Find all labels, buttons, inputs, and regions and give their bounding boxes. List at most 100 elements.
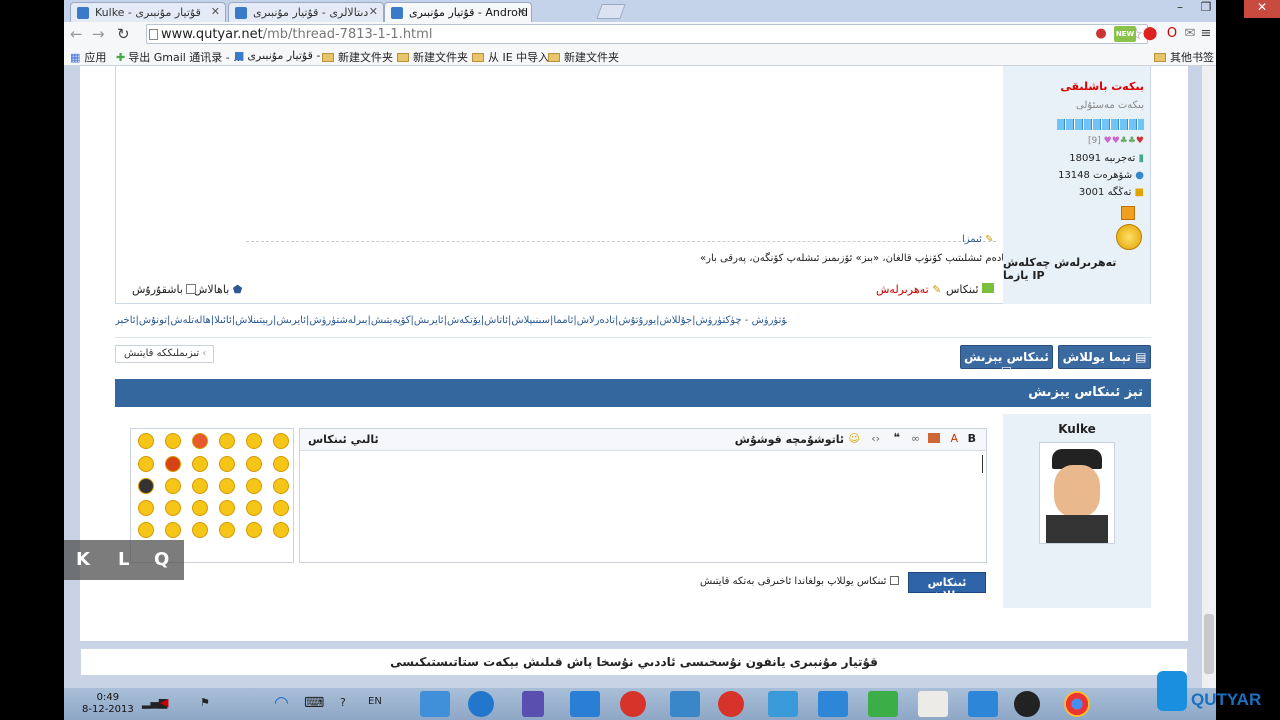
quote-icon[interactable]: ❝	[894, 431, 900, 444]
smiley-icon[interactable]	[246, 500, 262, 516]
code-icon[interactable]: ‹›	[871, 432, 880, 445]
reply-link[interactable]: ئىنكاس	[946, 283, 995, 296]
taskbar-app-icon[interactable]	[918, 691, 948, 717]
smiley-icon[interactable]	[246, 478, 262, 494]
smiley-icon[interactable]	[138, 500, 154, 516]
smiley-icon[interactable]	[273, 456, 289, 472]
username[interactable]: بىكەت باشلىقى	[1060, 80, 1144, 93]
taskbar-app-icon[interactable]	[670, 691, 700, 717]
smiley-icon[interactable]	[192, 522, 208, 538]
menu-icon[interactable]: ≡	[1198, 26, 1214, 42]
edit-post-link[interactable]: تەھرىرلەش ✎	[876, 283, 941, 296]
smiley-icon[interactable]	[273, 500, 289, 516]
minimize-button[interactable]: –	[1168, 0, 1192, 18]
reload-icon[interactable]: ↻	[117, 25, 130, 43]
page-scrollbar[interactable]	[1202, 66, 1216, 688]
manage-checkbox-row[interactable]: باشقۇرۇش	[132, 283, 197, 296]
smiley-icon[interactable]	[192, 500, 208, 516]
tray-clock[interactable]: 0:49 8-12-2013	[82, 692, 134, 716]
thread-admin-links[interactable]: تېما ئۆچۈرۈش|كۆتۈرۈش - چۈكتۈرۈش|جۇللاش|ي…	[115, 315, 787, 329]
taskbar-app-icon[interactable]	[522, 691, 544, 717]
smiley-icon[interactable]	[273, 433, 289, 449]
smiley-icon[interactable]	[138, 456, 154, 472]
smiley-icon[interactable]	[219, 478, 235, 494]
smiley-icon[interactable]	[165, 456, 181, 472]
taskbar-app-icon[interactable]	[718, 691, 744, 717]
advanced-reply-link[interactable]: ئالىي ئىنكاس	[308, 433, 379, 446]
tab-details[interactable]: دىتالالرى - قۇتيار مۇنبىرى ✕	[228, 2, 384, 22]
user-actions[interactable]: تەھرىرلەش چەكلەش يازما IP	[1003, 256, 1144, 282]
reply-textarea[interactable]	[302, 453, 984, 561]
help-icon[interactable]: ?	[340, 696, 346, 709]
back-to-list-button[interactable]: تىزىملىككە قايتىش ‹	[115, 345, 214, 363]
flag-icon[interactable]: ⚑	[200, 696, 210, 709]
attachment-link[interactable]: ئاتوشۇمچە قوشۇش	[735, 433, 844, 446]
smiley-icon[interactable]	[219, 433, 235, 449]
font-color-icon[interactable]: A	[950, 432, 958, 445]
back-icon[interactable]: ←	[70, 25, 83, 43]
smiley-icon[interactable]	[192, 433, 208, 449]
bookmark-folder-ie[interactable]: 从 IE 中导入	[472, 49, 549, 65]
submit-reply-button[interactable]: ئىنكاس يوللاش	[908, 572, 986, 602]
new-tab-button[interactable]	[596, 4, 626, 19]
smiley-icon[interactable]	[192, 456, 208, 472]
location-pin-icon[interactable]: ●	[1093, 26, 1109, 42]
language-indicator[interactable]: EN	[368, 696, 382, 707]
bookmark-qutyar[interactable]: ■قۇتيار مۇنبىرى - ...	[234, 49, 334, 62]
window-close-button[interactable]: ✕	[1244, 0, 1280, 18]
chrome-taskbar-icon[interactable]	[1064, 691, 1090, 717]
smiley-icon[interactable]	[273, 522, 289, 538]
keyboard-icon[interactable]: ⌨	[304, 695, 324, 711]
link-icon[interactable]: ∞	[911, 432, 920, 445]
avatar[interactable]	[1039, 442, 1115, 544]
smiley-icon[interactable]: ☺	[849, 432, 860, 445]
address-bar[interactable]: www.qutyar.net/mb/thread-7813-1-1.html ☆	[146, 24, 1148, 44]
smiley-icon[interactable]	[138, 433, 154, 449]
smiley-icon[interactable]	[219, 522, 235, 538]
image-icon[interactable]	[928, 433, 940, 443]
bookmark-apps[interactable]: ▦ 应用	[70, 49, 106, 65]
smiley-icon[interactable]	[273, 478, 289, 494]
volume-icon[interactable]: ◀	[160, 696, 168, 709]
taskbar-app-icon[interactable]	[420, 691, 450, 717]
adblock-icon[interactable]: ⬤	[1142, 26, 1158, 42]
close-icon[interactable]: ✕	[369, 5, 378, 18]
goto-last-page-checkbox[interactable]	[889, 576, 899, 585]
smiley-icon[interactable]	[165, 433, 181, 449]
smiley-icon[interactable]	[219, 456, 235, 472]
new-topic-button[interactable]: تېما يوللاش ▤	[1058, 345, 1151, 369]
smiley-icon[interactable]	[219, 500, 235, 516]
taskbar-app-icon[interactable]	[468, 691, 494, 717]
smiley-icon[interactable]	[192, 478, 208, 494]
maximize-button[interactable]: ❐	[1194, 0, 1218, 18]
bookmark-folder-1[interactable]: 新建文件夹	[322, 49, 393, 65]
opera-icon[interactable]: O	[1164, 26, 1180, 42]
new-reply-button[interactable]: ئىنكاس يېزىش ▤	[960, 345, 1053, 378]
taskbar-app-icon[interactable]	[768, 691, 798, 717]
site-footer[interactable]: قۇتيار مۇنبىرى يانفون نۇسخىسى ئاددىي نۇس…	[80, 648, 1188, 676]
smiley-icon[interactable]	[246, 456, 262, 472]
tab-kulke[interactable]: Kulke - قۇتيار مۇنبىرى ✕	[70, 2, 226, 22]
smiley-icon[interactable]	[138, 522, 154, 538]
taskbar-app-icon[interactable]	[818, 691, 848, 717]
smiley-icon[interactable]	[138, 478, 154, 494]
goto-last-page-option[interactable]: ئىنكاس يوللاپ بولغاندا ئاخىرقى بەتكە قاي…	[700, 576, 899, 587]
bookmark-folder-2[interactable]: 新建文件夹	[397, 49, 468, 65]
taskbar-app-icon[interactable]	[620, 691, 646, 717]
close-icon[interactable]: ✕	[211, 5, 220, 18]
smiley-icon[interactable]	[165, 522, 181, 538]
close-icon[interactable]: ✕	[517, 5, 526, 18]
smiley-icon[interactable]	[165, 500, 181, 516]
smiley-icon[interactable]	[246, 522, 262, 538]
report-link[interactable]: باھالاش ⬟	[194, 283, 242, 296]
wifi-icon[interactable]: ◠	[274, 693, 289, 713]
manage-checkbox[interactable]	[186, 284, 197, 294]
smiley-icon[interactable]	[246, 433, 262, 449]
taskbar-app-icon[interactable]	[570, 691, 600, 717]
bookmark-folder-3[interactable]: 新建文件夹	[548, 49, 619, 65]
taskbar-app-icon[interactable]	[868, 691, 898, 717]
tab-android[interactable]: قۇتيار مۇنبىرى - Android ✕	[384, 2, 532, 22]
bookmark-gmail-export[interactable]: ✚ 导出 Gmail 通讯录 - ...	[116, 49, 244, 65]
taskbar-app-icon[interactable]	[1014, 691, 1040, 717]
bookmark-other[interactable]: 其他书签	[1154, 49, 1214, 65]
